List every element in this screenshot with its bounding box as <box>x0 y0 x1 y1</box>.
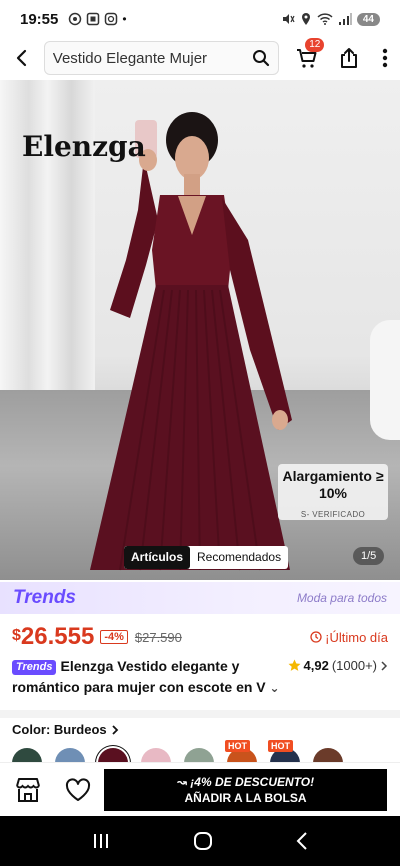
image-tabs: Artículos Recomendados <box>124 546 289 569</box>
location-icon <box>301 13 310 25</box>
promo-subtitle: S- VERIFICADO <box>300 510 366 519</box>
color-selector-header[interactable]: Color: Burdeos <box>12 722 119 737</box>
battery-indicator: 44 <box>356 12 380 26</box>
brand-logo: Elenzga <box>22 130 146 163</box>
product-image-gallery[interactable]: Elenzga Alargamiento ≥ 10% S- VERIFICADO… <box>0 80 400 580</box>
scan-icon <box>87 12 100 26</box>
back-icon[interactable] <box>295 831 309 851</box>
notification-icons: • <box>68 12 127 26</box>
chevron-down-icon[interactable]: ⌄ <box>270 681 280 695</box>
tab-articulos[interactable]: Artículos <box>124 546 191 569</box>
chat-icon <box>69 12 82 26</box>
trend-arrow-icon: ↝ <box>176 774 191 789</box>
cart-count-badge: 12 <box>305 38 325 52</box>
trends-slogan: Moda para todos <box>296 591 387 605</box>
urgency-text: ¡Último día <box>325 629 388 645</box>
back-arrow-icon <box>16 49 26 67</box>
heart-icon <box>65 777 91 801</box>
section-divider <box>0 710 400 718</box>
more-vertical-icon <box>382 48 388 68</box>
store-button[interactable] <box>0 763 56 817</box>
add-to-bag-button[interactable]: ↝ ¡4% DE DESCUENTO! AÑADIR A LA BOLSA <box>104 768 387 811</box>
price-row: $26.555 -4% $27.590 ¡Último día <box>12 622 388 652</box>
store-icon <box>16 777 40 802</box>
add-to-bag-label: AÑADIR A LA BOLSA <box>184 790 307 805</box>
review-count: (1000+) <box>331 658 377 673</box>
hot-badge: HOT <box>268 740 293 752</box>
discount-callout: ↝ ¡4% DE DESCUENTO! <box>104 774 387 790</box>
rating-summary[interactable]: 4,92 (1000+) <box>288 658 388 673</box>
currency-symbol: $ <box>12 627 21 644</box>
image-counter: 1/5 <box>353 547 385 565</box>
trends-logo: Trends <box>13 587 77 608</box>
wishlist-button[interactable] <box>56 763 100 817</box>
product-title-section[interactable]: Trends Elenzga Vestido elegante y románti… <box>12 656 388 702</box>
search-query: Vestido Elegante Mujer <box>52 49 208 67</box>
tab-recomendados[interactable]: Recomendados <box>190 546 288 569</box>
share-icon <box>341 48 358 68</box>
bottom-action-bar: ↝ ¡4% DE DESCUENTO! AÑADIR A LA BOLSA <box>0 762 400 816</box>
chevron-right-icon <box>111 724 118 735</box>
status-bar: 19:55 • 44 <box>0 0 400 38</box>
mute-icon <box>282 14 295 24</box>
chevron-right-icon <box>381 660 388 671</box>
hot-badge: HOT <box>225 740 250 752</box>
instagram-icon <box>105 12 118 26</box>
trends-banner[interactable]: Trends Moda para todos <box>0 582 400 614</box>
signal-icon <box>338 13 352 25</box>
promo-title: Alargamiento ≥ 10% <box>282 468 384 501</box>
wifi-icon <box>317 13 333 25</box>
trends-badge: Trends <box>12 660 57 675</box>
home-icon[interactable] <box>192 830 214 852</box>
original-price: $27.590 <box>134 629 182 645</box>
rating-value: 4,92 <box>303 658 329 673</box>
back-button[interactable] <box>0 38 44 78</box>
share-button[interactable] <box>330 38 368 78</box>
system-navigation-bar <box>0 816 400 866</box>
search-icon[interactable] <box>252 49 270 67</box>
system-icons: 44 <box>281 12 380 26</box>
chair-background <box>370 320 400 440</box>
price-value: 26.555 <box>20 623 95 650</box>
discount-callout-text: ¡4% DE DESCUENTO! <box>190 774 315 789</box>
search-header: Vestido Elegante Mujer 12 <box>0 38 400 78</box>
search-input[interactable]: Vestido Elegante Mujer <box>43 41 279 75</box>
discount-badge: -4% <box>100 630 128 644</box>
more-options-button[interactable] <box>370 38 400 78</box>
star-icon <box>288 659 301 671</box>
color-label: Color: Burdeos <box>12 722 107 737</box>
length-promo-tag: Alargamiento ≥ 10% S- VERIFICADO <box>278 464 388 520</box>
status-time: 19:55 <box>20 10 59 28</box>
urgency-label: ¡Último día <box>310 630 388 645</box>
cart-button[interactable]: 12 <box>289 38 327 78</box>
current-price: $26.555 <box>12 623 94 651</box>
clock-icon <box>310 631 322 643</box>
product-title: Trends Elenzga Vestido elegante y románti… <box>12 656 282 699</box>
recent-apps-icon[interactable] <box>91 832 111 850</box>
